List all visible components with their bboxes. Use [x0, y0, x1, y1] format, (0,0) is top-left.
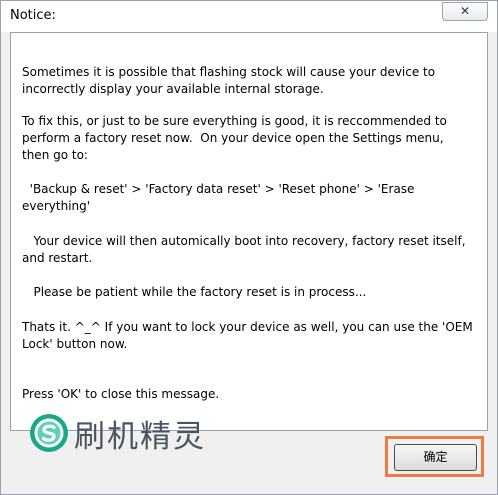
shuaji-jingling-logo-icon	[30, 414, 68, 452]
title-bar[interactable]: Notice: ✕	[1, 1, 497, 32]
logo-text: 刷机精灵	[74, 418, 206, 455]
watermark-logo: 刷机精灵	[28, 410, 206, 456]
ok-button[interactable]: 确定	[394, 444, 477, 471]
message-paragraph-2: To fix this, or just to be sure everythi…	[22, 114, 447, 162]
close-button[interactable]: ✕	[442, 2, 488, 21]
window-title: Notice:	[10, 8, 56, 23]
message-paragraph-5: Please be patient while the factory rese…	[22, 285, 367, 299]
message-paragraph-7: Press 'OK' to close this message.	[22, 387, 220, 401]
message-paragraph-6: Thats it. ^_^ If you want to lock your d…	[22, 320, 473, 351]
message-paragraph-1: Sometimes it is possible that flashing s…	[22, 65, 436, 96]
message-area: Sometimes it is possible that flashing s…	[10, 32, 488, 431]
message-paragraph-3: 'Backup & reset' > 'Factory data reset' …	[22, 182, 415, 213]
message-paragraph-4: Your device will then automically boot i…	[22, 234, 466, 265]
